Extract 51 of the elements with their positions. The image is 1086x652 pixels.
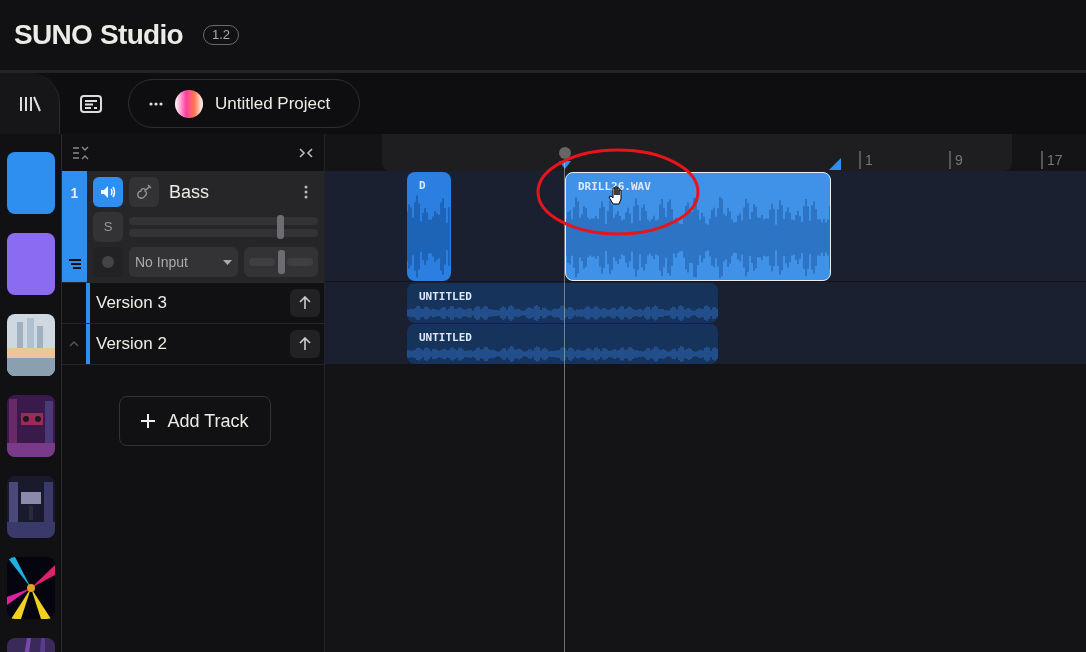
- track-number: 1: [70, 184, 79, 203]
- volume-thumb[interactable]: [277, 215, 285, 239]
- audio-clip[interactable]: UNTITLED: [407, 283, 718, 323]
- playhead-handle[interactable]: [558, 147, 572, 171]
- clip-label: D: [419, 180, 426, 192]
- clip-label: UNTITLED: [419, 332, 472, 344]
- version-name: Version 2: [96, 333, 168, 356]
- add-track-button[interactable]: Add Track: [119, 396, 271, 446]
- more-icon[interactable]: [149, 101, 163, 106]
- upload-button[interactable]: [290, 330, 320, 358]
- more-vertical-icon[interactable]: [304, 185, 308, 199]
- guitar-icon: [136, 184, 152, 200]
- ruler-tick-label: 1: [859, 151, 873, 169]
- version-name: Version 3: [96, 292, 168, 315]
- library-icon: [18, 95, 41, 112]
- menu-icon[interactable]: [67, 258, 82, 270]
- collapse-all-icon[interactable]: [72, 145, 90, 160]
- clip-label: DRILL26.WAV: [578, 181, 651, 193]
- volume-slider[interactable]: [129, 212, 318, 242]
- project-name: Untitled Project: [215, 92, 331, 115]
- version-row[interactable]: Version 2: [62, 323, 324, 364]
- arrow-up-icon: [299, 296, 311, 310]
- record-icon: [102, 256, 114, 268]
- upload-button[interactable]: [290, 289, 320, 317]
- project-avatar: [175, 89, 203, 118]
- chevron-up-icon[interactable]: [69, 341, 79, 347]
- logo-wordmark: SUNO: [14, 18, 93, 52]
- solo-button[interactable]: S: [93, 212, 123, 242]
- track-name: Bass: [169, 180, 211, 204]
- pan-slider[interactable]: [244, 247, 318, 277]
- caret-icon: [223, 259, 232, 265]
- shrink-icon[interactable]: [298, 147, 314, 158]
- instrument-button[interactable]: [129, 177, 159, 207]
- library-tile[interactable]: [6, 152, 55, 214]
- track-header[interactable]: 1 Bass S No Input: [62, 171, 324, 282]
- arrow-up-icon: [299, 337, 311, 351]
- ruler-tick-label: 9: [949, 151, 963, 169]
- library-tab[interactable]: [0, 73, 60, 134]
- audio-clip[interactable]: UNTITLED: [407, 324, 718, 364]
- ruler-tick-label: 17: [1041, 151, 1063, 169]
- app-title: Studio: [100, 18, 183, 52]
- speaker-icon: [100, 185, 116, 199]
- input-dropdown[interactable]: No Input: [129, 247, 238, 277]
- pan-thumb[interactable]: [278, 250, 285, 274]
- list-icon: [79, 93, 103, 114]
- timeline-ruler[interactable]: [382, 134, 1012, 171]
- library-tile[interactable]: [6, 233, 55, 295]
- speaker-button[interactable]: [93, 177, 123, 207]
- clip-label: UNTITLED: [419, 291, 472, 303]
- plus-icon: [141, 414, 156, 428]
- version-row[interactable]: Version 3: [62, 282, 324, 323]
